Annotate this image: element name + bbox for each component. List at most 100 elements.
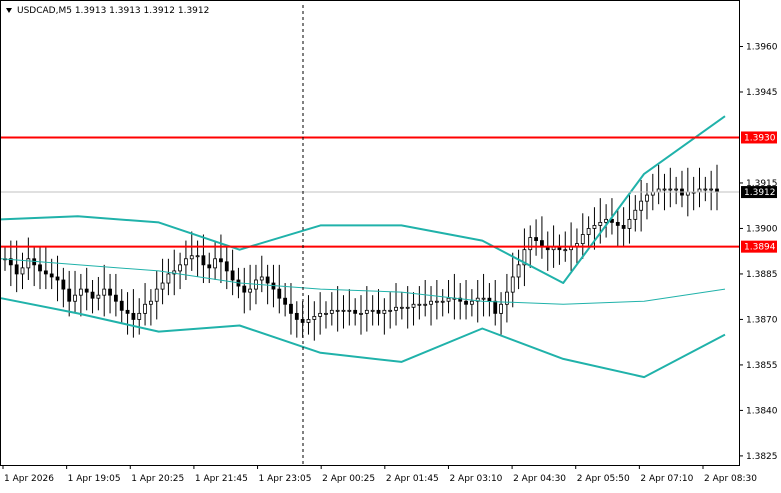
candle-body <box>469 300 474 305</box>
candle-body <box>90 291 95 299</box>
candle-body <box>125 309 130 314</box>
candle-body <box>160 282 165 290</box>
candle-body <box>633 209 638 220</box>
x-tick-label: 2 Apr 08:30 <box>704 474 757 484</box>
x-tick-label: 2 Apr 03:10 <box>449 474 502 484</box>
candle-body <box>359 312 363 315</box>
candle-body <box>277 288 282 299</box>
candle-body <box>668 188 673 191</box>
candle-body <box>615 221 620 226</box>
x-tick-label: 2 Apr 07:10 <box>640 474 693 484</box>
candle-body <box>493 300 498 314</box>
candle-body <box>388 309 393 312</box>
candle-body <box>487 297 492 302</box>
candle-body <box>20 267 25 275</box>
candle-body <box>621 225 626 229</box>
candle-body <box>213 258 217 269</box>
candle-body <box>335 309 340 312</box>
candle-body <box>318 312 323 317</box>
candle-body <box>440 300 445 303</box>
candle-body <box>324 312 328 315</box>
candle-body <box>289 303 293 314</box>
candle-body <box>709 188 714 191</box>
x-tick-label: 1 Apr 23:05 <box>259 474 312 484</box>
candle-body <box>84 288 89 293</box>
candle-body <box>61 279 66 290</box>
candle-body <box>662 188 667 191</box>
header: USDCAD,M5 1.3913 1.3913 1.3912 1.3912 <box>6 6 209 16</box>
candle-body <box>674 188 679 191</box>
candle-body <box>55 276 60 281</box>
candle-body <box>481 297 486 300</box>
candle-body <box>464 300 468 305</box>
x-tick-label: 2 Apr 01:45 <box>386 474 439 484</box>
candle-body <box>312 315 317 320</box>
y-tick-label: 1.3900 <box>746 224 778 234</box>
candle-body <box>329 309 334 314</box>
x-tick-label: 2 Apr 04:30 <box>513 474 566 484</box>
y-tick-label: 1.3870 <box>746 315 778 325</box>
candle-body <box>399 306 404 309</box>
x-tick-label: 1 Apr 21:45 <box>195 474 248 484</box>
candle-body <box>306 319 311 323</box>
candle-body <box>586 228 591 235</box>
candle-body <box>195 255 200 258</box>
candle-body <box>38 264 42 272</box>
level-price-label: 1.3894 <box>744 243 776 253</box>
candle-body <box>411 303 416 308</box>
candle-body <box>510 276 515 293</box>
chart-canvas[interactable]: 1.39601.39451.39151.39001.38851.38701.38… <box>0 0 781 489</box>
candle-body <box>703 188 708 191</box>
y-tick-label: 1.3960 <box>746 42 778 52</box>
candle-body <box>446 297 451 302</box>
candle-body <box>113 294 118 302</box>
candle-body <box>364 309 369 314</box>
candle-body <box>376 309 381 314</box>
candle-body <box>207 264 212 269</box>
candle-body <box>189 255 194 260</box>
candle-body <box>417 303 422 306</box>
chart-background <box>0 0 781 489</box>
bid-price-label: 1.3912 <box>744 188 776 198</box>
y-tick-label: 1.3885 <box>746 270 778 280</box>
candle-body <box>96 294 101 299</box>
candle-body <box>14 264 19 275</box>
candle-body <box>73 294 77 302</box>
candle-body <box>592 225 597 229</box>
candle-body <box>49 273 54 278</box>
candle-body <box>154 288 159 302</box>
candle-body <box>394 306 398 311</box>
candle-body <box>259 276 264 281</box>
chart-window[interactable]: 1.3960 1.3945 1.3915 1.3900 1.3885 1.3870 1.38… <box>0 0 781 489</box>
candle-body <box>149 300 153 305</box>
candle-body <box>639 200 644 211</box>
x-tick-label: 1 Apr 19:05 <box>68 474 121 484</box>
candle-body <box>108 288 112 296</box>
candle-body <box>370 309 375 312</box>
y-tick-label: 1.3945 <box>746 88 778 98</box>
candle-body <box>429 300 433 305</box>
candle-body <box>26 258 31 269</box>
candle-body <box>230 270 235 281</box>
candle-body <box>201 255 206 266</box>
candle-body <box>353 309 358 314</box>
candle-body <box>563 249 568 252</box>
candle-body <box>534 237 538 241</box>
candle-body <box>528 237 533 251</box>
x-tick-label: 2 Apr 05:50 <box>577 474 630 484</box>
candle-body <box>248 288 253 293</box>
candle-body <box>137 312 142 320</box>
candle-body <box>341 309 346 312</box>
candle-body <box>423 303 428 306</box>
x-tick-label: 2 Apr 00:25 <box>322 474 375 484</box>
candle-body <box>294 312 299 320</box>
candle-body <box>434 300 439 303</box>
candle-body <box>645 194 649 202</box>
candle-body <box>43 270 48 275</box>
candle-body <box>119 300 124 311</box>
y-tick-label: 1.3840 <box>746 406 778 416</box>
candle-body <box>580 234 585 245</box>
x-tick-label: 1 Apr 2026 <box>4 474 54 484</box>
candle-body <box>283 297 288 305</box>
candle-body <box>604 218 609 223</box>
